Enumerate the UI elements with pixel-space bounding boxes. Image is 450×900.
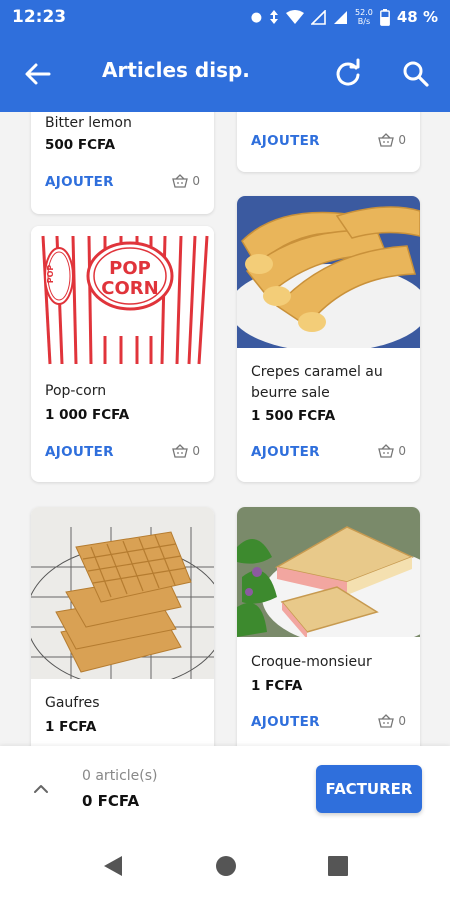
chevron-up-icon[interactable]: [30, 778, 52, 800]
popcorn-image-side-text: POP: [46, 265, 55, 284]
basket-qty: 0: [192, 444, 200, 458]
battery-percent: 48 %: [396, 8, 438, 26]
bill-button[interactable]: FACTURER: [316, 765, 422, 813]
refresh-icon[interactable]: [332, 58, 364, 90]
product-price: 1 FCFA: [251, 678, 303, 694]
system-nav-bar: [0, 830, 450, 900]
add-button[interactable]: AJOUTER: [45, 174, 114, 190]
basket-count: 0: [378, 444, 406, 458]
popcorn-image-text-pop: POP: [109, 258, 151, 279]
add-button[interactable]: AJOUTER: [251, 133, 320, 149]
nav-back-icon[interactable]: [102, 854, 126, 878]
basket-icon: [172, 174, 189, 188]
cart-summary-bar: 0 article(s) 0 FCFA FACTURER: [0, 746, 450, 830]
product-card-crepes[interactable]: Crepes caramel au beurre sale 1 500 FCFA…: [237, 196, 420, 482]
basket-icon: [172, 444, 189, 458]
product-name: Bitter lemon: [45, 115, 132, 131]
basket-qty: 0: [192, 174, 200, 188]
search-icon[interactable]: [400, 58, 432, 90]
signal-icon-1: [311, 9, 326, 25]
status-bar: 12:23 ● 52.0 B/s 48 %: [0, 0, 450, 34]
page-title: Articles disp.: [102, 58, 250, 82]
product-card-croque-monsieur[interactable]: Croque-monsieur 1 FCFA AJOUTER 0: [237, 507, 420, 746]
product-price: 500 FCFA: [45, 137, 116, 153]
status-time: 12:23: [12, 7, 67, 27]
product-price: 1 000 FCFA: [45, 407, 130, 423]
product-price: 1 500 FCFA: [251, 408, 336, 424]
back-arrow-icon[interactable]: [22, 58, 54, 90]
product-card-popcorn[interactable]: POP CORN POP Pop-corn 1 000 FCFA AJOUTER…: [31, 226, 214, 482]
basket-icon: [378, 133, 395, 147]
network-speed: 52.0 B/s: [355, 8, 373, 26]
battery-icon: [379, 8, 390, 26]
basket-qty: 0: [398, 133, 406, 147]
product-price: 1 FCFA: [45, 719, 97, 735]
products-grid[interactable]: Bitter lemon 500 FCFA AJOUTER 0 AJOUTER …: [0, 112, 450, 746]
add-button[interactable]: AJOUTER: [45, 444, 114, 460]
status-icons: ● 52.0 B/s 48 %: [251, 8, 438, 26]
crepes-image: [237, 196, 420, 348]
app-bar: Articles disp.: [0, 34, 450, 112]
data-transfer-icon: [270, 10, 279, 24]
basket-icon: [378, 444, 395, 458]
cart-item-count: 0 article(s): [82, 768, 158, 784]
product-name: Crepes caramel au beurre sale: [251, 364, 383, 401]
popcorn-image-text-corn: CORN: [101, 278, 158, 299]
product-card-top-right[interactable]: AJOUTER 0: [237, 112, 420, 172]
product-name: Pop-corn: [45, 383, 107, 399]
add-button[interactable]: AJOUTER: [251, 714, 320, 730]
nav-home-icon[interactable]: [214, 854, 238, 878]
basket-icon: [378, 714, 395, 728]
basket-count: 0: [172, 174, 200, 188]
basket-count: 0: [172, 444, 200, 458]
add-button[interactable]: AJOUTER: [251, 444, 320, 460]
croque-monsieur-image: [237, 507, 420, 637]
network-speed-value: 52.0: [355, 8, 373, 17]
basket-qty: 0: [398, 714, 406, 728]
product-card-bitter-lemon[interactable]: Bitter lemon 500 FCFA AJOUTER 0: [31, 112, 214, 214]
product-card-gaufres[interactable]: Gaufres 1 FCFA: [31, 507, 214, 746]
wifi-icon: [286, 9, 305, 24]
cart-total: 0 FCFA: [82, 792, 140, 810]
popcorn-image: POP CORN POP: [31, 226, 214, 366]
product-name: Croque-monsieur: [251, 654, 372, 670]
notification-dot-icon: ●: [250, 9, 263, 25]
basket-qty: 0: [398, 444, 406, 458]
product-name: Gaufres: [45, 695, 100, 711]
network-speed-unit: B/s: [357, 17, 371, 26]
nav-recents-icon[interactable]: [326, 854, 350, 878]
signal-icon-2: [334, 10, 348, 24]
waffles-image: [31, 507, 214, 679]
basket-count: 0: [378, 133, 406, 147]
basket-count: 0: [378, 714, 406, 728]
